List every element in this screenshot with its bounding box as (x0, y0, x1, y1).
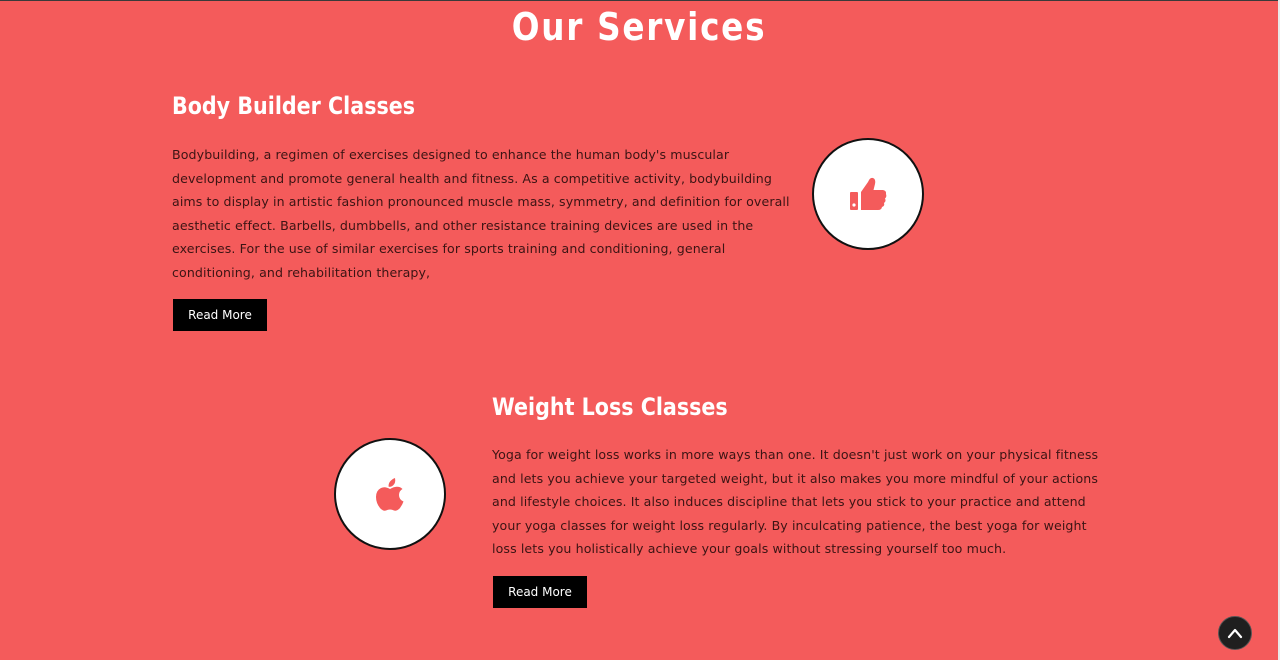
thumbs-up-icon (850, 177, 887, 210)
service-description: Yoga for weight loss works in more ways … (492, 447, 1099, 556)
service-title: Body Builder Classes (172, 92, 416, 120)
service-icon-circle (812, 138, 924, 250)
page-title: Our Services (511, 5, 767, 49)
service-title: Weight Loss Classes (492, 393, 728, 421)
service-icon-circle (334, 438, 446, 550)
read-more-button[interactable]: Read More (493, 576, 587, 608)
top-border (0, 0, 1280, 1)
chevron-up-icon (1227, 628, 1243, 639)
scroll-to-top-button[interactable] (1218, 616, 1252, 650)
service-description: Bodybuilding, a regimen of exercises des… (172, 147, 790, 280)
apple-icon (376, 478, 404, 511)
read-more-button[interactable]: Read More (173, 299, 267, 331)
